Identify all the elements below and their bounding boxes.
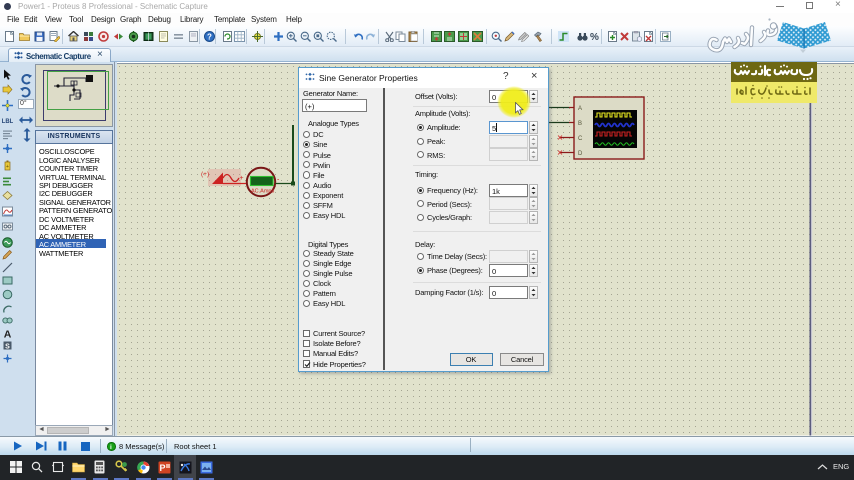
svg-text:-: -: [277, 177, 280, 184]
svg-text:AC.Amps: AC.Amps: [251, 189, 274, 195]
svg-text:B: B: [578, 121, 582, 127]
svg-text:P: P: [159, 463, 165, 473]
svg-text:+: +: [240, 175, 244, 182]
svg-text:C: C: [578, 136, 583, 142]
svg-text:A: A: [578, 106, 582, 112]
svg-text:(+): (+): [201, 171, 209, 178]
svg-text:D: D: [578, 151, 583, 157]
